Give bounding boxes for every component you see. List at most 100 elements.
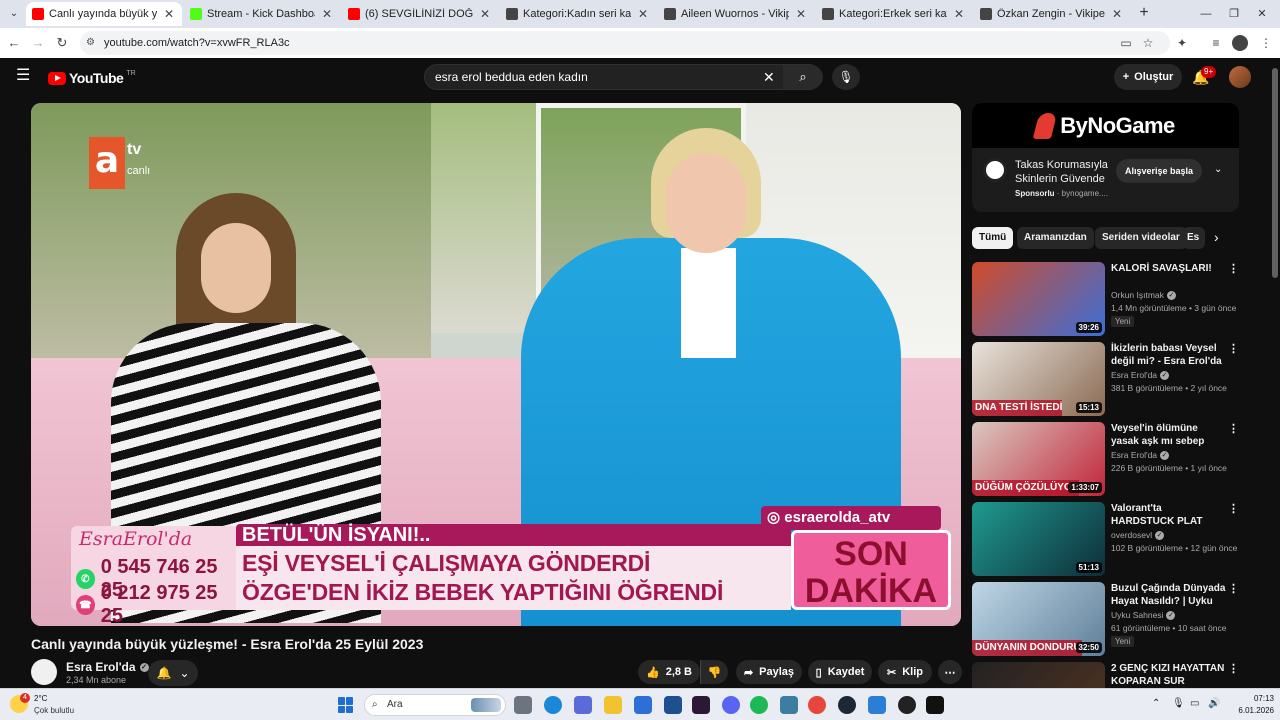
more-actions-button[interactable]: ⋯ (938, 660, 962, 684)
app-icon[interactable] (780, 696, 798, 714)
back-icon[interactable]: ← (6, 35, 22, 51)
spotify-icon[interactable] (750, 696, 768, 714)
file-explorer-icon[interactable] (604, 696, 622, 714)
system-clock[interactable]: 07:13 6.01.2026 (1228, 693, 1274, 717)
more-vert-icon[interactable]: ⋮ (1228, 342, 1239, 355)
clear-search-icon[interactable]: ✕ (763, 69, 775, 86)
extensions-icon[interactable]: ✦ (1174, 35, 1190, 51)
youtube-logo[interactable]: YouTube TR (48, 68, 136, 88)
microphone-icon[interactable]: 🎙 (1172, 698, 1185, 709)
reload-icon[interactable]: ↻ (54, 35, 70, 51)
browser-tab[interactable]: Kategori:Kadın seri katiller - Vik ✕ (500, 2, 656, 26)
address-bar[interactable]: ⚙ youtube.com/watch?v=xvwFR_RLA3c (80, 31, 1170, 55)
share-button[interactable]: ➦ Paylaş (736, 660, 802, 684)
video-thumbnail[interactable]: 51:13 (972, 502, 1105, 576)
ad-cta-button[interactable]: Alışverişe başla (1116, 159, 1202, 183)
create-button[interactable]: + Oluştur (1114, 64, 1182, 90)
tab-close-icon[interactable]: ✕ (320, 7, 334, 21)
search-box[interactable]: esra erol beddua eden kadın ✕ ⌕ (424, 64, 823, 90)
browser-tab[interactable]: Canlı yayında büyük yüzleşme ✕ (26, 2, 182, 26)
recommended-video[interactable]: 51:13 Valorant'ta HARDSTUCK PLAT Hesabı E… (972, 502, 1242, 578)
video-title[interactable]: 2 GENÇ KIZI HAYATTAN KOPARAN SUR VAHŞETİ… (1111, 662, 1226, 688)
channel-avatar[interactable] (31, 659, 57, 685)
video-channel[interactable]: Uyku Sahnesi ✓ (1111, 610, 1176, 620)
app-icon[interactable] (664, 696, 682, 714)
app-icon[interactable] (868, 696, 886, 714)
network-icon[interactable]: ▭ (1190, 698, 1199, 709)
bookmark-star-icon[interactable]: ☆ (1140, 35, 1156, 51)
browser-tab[interactable]: (6) SEVGİLİNİZİ DOĞRU SEÇİN ✕ (342, 2, 498, 26)
tab-close-icon[interactable]: ✕ (636, 7, 650, 21)
dislike-button[interactable]: 👎 (700, 660, 728, 684)
browser-tab[interactable]: Stream - Kick Dashboard ✕ (184, 2, 340, 26)
video-channel[interactable]: Esra Erol'da ✓ (1111, 450, 1170, 460)
recommended-video[interactable]: 39:26 KALORİ SAVAŞLARI! Orkun Işıtmak ✓ 1,4 … (972, 262, 1242, 338)
browser-menu-icon[interactable]: ⋮ (1258, 35, 1274, 51)
ad-title[interactable]: Takas Korumasıyla Skinlerin Güvende (1015, 158, 1125, 186)
video-title[interactable]: Valorant'ta HARDSTUCK PLAT Hesabı ELMAS … (1111, 502, 1226, 528)
video-channel[interactable]: overdosevl ✓ (1111, 530, 1165, 540)
more-vert-icon[interactable]: ⋮ (1228, 502, 1239, 515)
close-window-icon[interactable]: ✕ (1254, 6, 1270, 22)
edge-icon[interactable] (544, 696, 562, 714)
video-thumbnail[interactable]: DÜNYANIN DONDURUCU TARİHİ32:50 (972, 582, 1105, 656)
forward-icon[interactable]: → (30, 35, 46, 51)
epic-games-icon[interactable] (926, 696, 944, 714)
chevron-right-icon[interactable]: › (1214, 229, 1219, 245)
discord-icon[interactable] (722, 696, 740, 714)
page-scrollbar[interactable] (1270, 58, 1280, 688)
chrome-icon[interactable] (808, 696, 826, 714)
account-avatar[interactable] (1229, 66, 1251, 88)
ad-banner[interactable]: ByNoGame (972, 103, 1239, 148)
video-thumbnail[interactable]: DNA TESTİ İSTEDİ 15:13 (972, 342, 1105, 416)
chip-series[interactable]: Seriden videolar (1095, 227, 1187, 249)
chip-from-search[interactable]: Aramanızdan (1017, 227, 1094, 249)
tray-chevron-icon[interactable]: ⌃ (1152, 698, 1160, 709)
task-view-icon[interactable] (514, 696, 532, 714)
new-tab-button[interactable]: + (1136, 5, 1152, 21)
video-player[interactable]: a tv canlı EsraErol'da ✆ 0 545 746 25 25… (31, 103, 961, 626)
video-channel[interactable]: Orkun Işıtmak ✓ (1111, 290, 1176, 300)
minimize-icon[interactable]: — (1198, 6, 1214, 22)
video-title[interactable]: Veysel'in ölümüne yasak aşk mı sebep old… (1111, 422, 1226, 448)
cast-icon[interactable]: ▭ (1118, 35, 1134, 51)
search-input[interactable]: esra erol beddua eden kadın (435, 70, 588, 84)
video-channel[interactable]: Esra Erol'da ✓ (1111, 370, 1170, 380)
chip-more[interactable]: Es (1183, 227, 1205, 249)
restore-icon[interactable]: ❐ (1226, 6, 1242, 22)
recommended-video[interactable]: DÜNYANIN DONDURUCU TARİHİ32:50Buzul Çağı… (972, 582, 1242, 658)
browser-tab[interactable]: Özkan Zengin - Vikipedi ✕ (974, 2, 1130, 26)
start-button[interactable] (338, 697, 354, 713)
video-title[interactable]: İkizlerin babası Veysel değil mi? - Esra… (1111, 342, 1226, 368)
channel-name-row[interactable]: Esra Erol'da ✓ (66, 660, 149, 674)
taskbar-search[interactable]: ⌕ Ara (364, 694, 506, 716)
app-icon[interactable] (692, 696, 710, 714)
store-icon[interactable] (634, 696, 652, 714)
browser-tab[interactable]: Aileen Wuornos - Vikipedi ✕ (658, 2, 814, 26)
more-vert-icon[interactable]: ⋮ (1228, 582, 1239, 595)
more-vert-icon[interactable]: ⋮ (1228, 262, 1239, 275)
chip-all[interactable]: Tümü (972, 227, 1014, 249)
more-vert-icon[interactable]: ⋮ (1228, 662, 1239, 675)
tab-close-icon[interactable]: ✕ (478, 7, 492, 21)
video-thumbnail[interactable]: 39:26 (972, 262, 1105, 336)
more-vert-icon[interactable]: ⋮ (1228, 422, 1239, 435)
search-button[interactable]: ⌕ (783, 65, 823, 89)
scrollbar-thumb[interactable] (1272, 68, 1278, 278)
chevron-down-icon[interactable]: ⌄ (1214, 164, 1222, 175)
tab-close-icon[interactable]: ✕ (162, 7, 176, 21)
channel-name[interactable]: Esra Erol'da (66, 660, 136, 674)
reading-list-icon[interactable]: ≡ (1208, 35, 1224, 51)
recommended-video[interactable]: DÜĞÜM ÇÖZÜLÜYOR 1:33:07 Veysel'in ölümüne … (972, 422, 1242, 498)
volume-icon[interactable]: 🔊 (1208, 698, 1220, 709)
tab-close-icon[interactable]: ✕ (952, 7, 966, 21)
sponsored-ad-card[interactable]: ByNoGame Takas Korumasıyla Skinlerin Güv… (972, 103, 1239, 212)
video-title[interactable]: KALORİ SAVAŞLARI! (1111, 262, 1226, 275)
site-info-icon[interactable]: ⚙ (86, 37, 98, 49)
tab-close-icon[interactable]: ✕ (1110, 7, 1124, 21)
app-icon[interactable] (574, 696, 592, 714)
video-title[interactable]: Buzul Çağında Dünyada Hayat Nasıldı? | U… (1111, 582, 1226, 608)
like-button[interactable]: 👍 2,8 B (638, 660, 700, 684)
steam-icon[interactable] (838, 696, 856, 714)
notification-subscribe-button[interactable]: 🔔 ⌄ (148, 660, 198, 686)
